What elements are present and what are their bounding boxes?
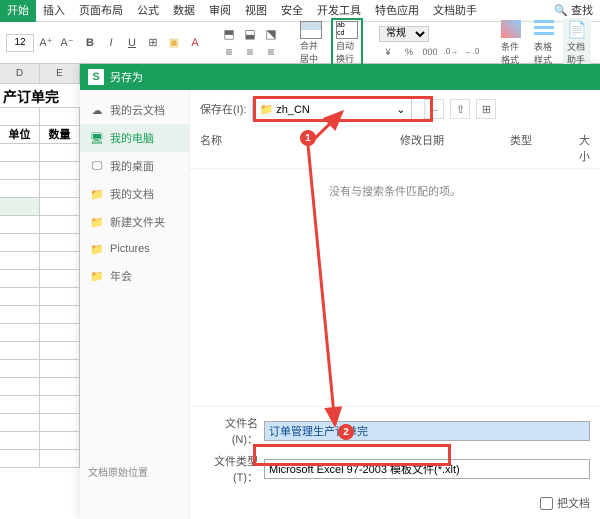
cloud-icon: ☁ [90,103,104,117]
decimal-inc-icon[interactable]: .0→ [442,44,460,60]
sidebar-item-documents[interactable]: 📁我的文档 [80,180,189,208]
col-header[interactable]: D [0,64,40,83]
filename-input[interactable] [264,421,590,441]
percent-icon[interactable]: % [400,44,418,60]
dialog-title-text: 另存为 [110,69,143,85]
up-button[interactable]: ⇧ [450,99,470,119]
col-type[interactable]: 类型 [510,132,570,164]
sidebar-item-newfolder[interactable]: 📁新建文件夹 [80,208,189,236]
dialog-bottom: 文件名(N)： 文件类型(T)： 把文档 [190,406,600,519]
italic-icon[interactable]: I [102,34,120,52]
tab-data[interactable]: 数据 [166,0,202,22]
align-bottom-icon[interactable]: ⬔ [262,26,280,42]
table-style-button[interactable]: 表格样式 [530,18,558,68]
spreadsheet-background: D E 产订单完 单位 数量 [0,64,80,519]
underline-icon[interactable]: U [123,34,141,52]
sidebar-item-annual[interactable]: 📁年会 [80,262,189,290]
file-list-header: 名称 修改日期 类型 大小 [190,128,600,169]
increase-font-icon[interactable]: A⁺ [37,34,55,52]
tab-view[interactable]: 视图 [238,0,274,22]
save-as-dialog: S 另存为 ☁我的云文档 🖥我的电脑 🖵我的桌面 📁我的文档 📁新建文件夹 📁P… [80,64,600,519]
align-right-icon[interactable]: ≡ [262,44,280,60]
encrypt-checkbox[interactable] [540,497,553,510]
save-in-dropdown[interactable]: 📁 zh_CN ⌄ [252,98,412,120]
dialog-titlebar: S 另存为 [80,64,600,90]
merge-cells-button[interactable]: 合并居中 [296,19,326,67]
sidebar-item-pictures[interactable]: 📁Pictures [80,236,189,262]
tab-helper[interactable]: 文档助手 [426,0,484,22]
original-location-link[interactable]: 文档原始位置 [88,464,148,479]
bold-icon[interactable]: B [81,34,99,52]
view-button[interactable]: ⊞ [476,99,496,119]
border-icon[interactable]: ⊞ [144,34,162,52]
app-icon: S [88,69,104,85]
align-top-icon[interactable]: ⬒ [220,26,238,42]
doc-helper-button[interactable]: 📄 文档助手 [563,18,591,68]
decrease-font-icon[interactable]: A⁻ [58,34,76,52]
header-cell[interactable]: 单位 [0,126,40,143]
ribbon-toolbar: A⁺ A⁻ B I U ⊞ ▣ A ⬒ ⬓ ⬔ ≡ ≡ ≡ 合并居中 abcd … [0,22,600,64]
font-size-input[interactable] [6,34,34,52]
sheet-title-cell: 产订单完 [0,84,80,108]
folder-icon: 📁 [90,215,104,229]
annotation-badge-2: 2 [338,424,354,440]
align-middle-icon[interactable]: ⬓ [241,26,259,42]
wrap-text-button[interactable]: abcd 自动换行 [331,18,363,68]
folder-icon: 📁 [90,187,104,201]
align-center-icon[interactable]: ≡ [241,44,259,60]
conditional-format-button[interactable]: 条件格式 [497,18,525,68]
sidebar-item-desktop[interactable]: 🖵我的桌面 [80,152,189,180]
tab-formula[interactable]: 公式 [130,0,166,22]
desktop-icon: 🖵 [90,159,104,173]
decimal-dec-icon[interactable]: ←.0 [463,44,481,60]
back-button[interactable]: ← [424,99,444,119]
folder-icon: 📁 [259,104,273,116]
file-list-body: 没有与搜索条件匹配的项。 [190,169,600,406]
number-format-select[interactable]: 常规 [379,26,429,42]
save-in-label: 保存在(I): [200,101,246,117]
filename-label: 文件名(N)： [200,415,258,447]
filetype-label: 文件类型(T)： [200,453,258,485]
sum-button[interactable]: Σ 求和 [596,24,600,61]
folder-icon: 📁 [90,269,104,283]
tab-home[interactable]: 开始 [0,0,36,22]
sidebar-item-cloud[interactable]: ☁我的云文档 [80,96,189,124]
fill-color-icon[interactable]: ▣ [165,34,183,52]
chevron-down-icon: ⌄ [396,103,405,116]
encrypt-label: 把文档 [557,495,590,511]
currency-icon[interactable]: ¥ [379,44,397,60]
tab-layout[interactable]: 页面布局 [72,0,130,22]
col-size[interactable]: 大小 [570,132,590,164]
filetype-input[interactable] [264,459,590,479]
folder-icon: 📁 [90,242,104,256]
sidebar-item-computer[interactable]: 🖥我的电脑 [80,124,189,152]
header-cell[interactable]: 数量 [40,126,80,143]
tab-insert[interactable]: 插入 [36,0,72,22]
empty-message: 没有与搜索条件匹配的项。 [200,183,590,199]
font-color-icon[interactable]: A [186,34,204,52]
align-left-icon[interactable]: ≡ [220,44,238,60]
computer-icon: 🖥 [90,131,104,145]
dialog-sidebar: ☁我的云文档 🖥我的电脑 🖵我的桌面 📁我的文档 📁新建文件夹 📁Picture… [80,90,190,519]
col-header[interactable]: E [40,64,80,83]
tab-review[interactable]: 审阅 [202,0,238,22]
annotation-badge-1: 1 [300,130,316,146]
tab-apps[interactable]: 特色应用 [368,0,426,22]
comma-icon[interactable]: 000 [421,44,439,60]
dialog-main: 保存在(I): 📁 zh_CN ⌄ ← ⇧ ⊞ 名称 修改日期 类型 大小 没有… [190,90,600,519]
col-date[interactable]: 修改日期 [400,132,510,164]
